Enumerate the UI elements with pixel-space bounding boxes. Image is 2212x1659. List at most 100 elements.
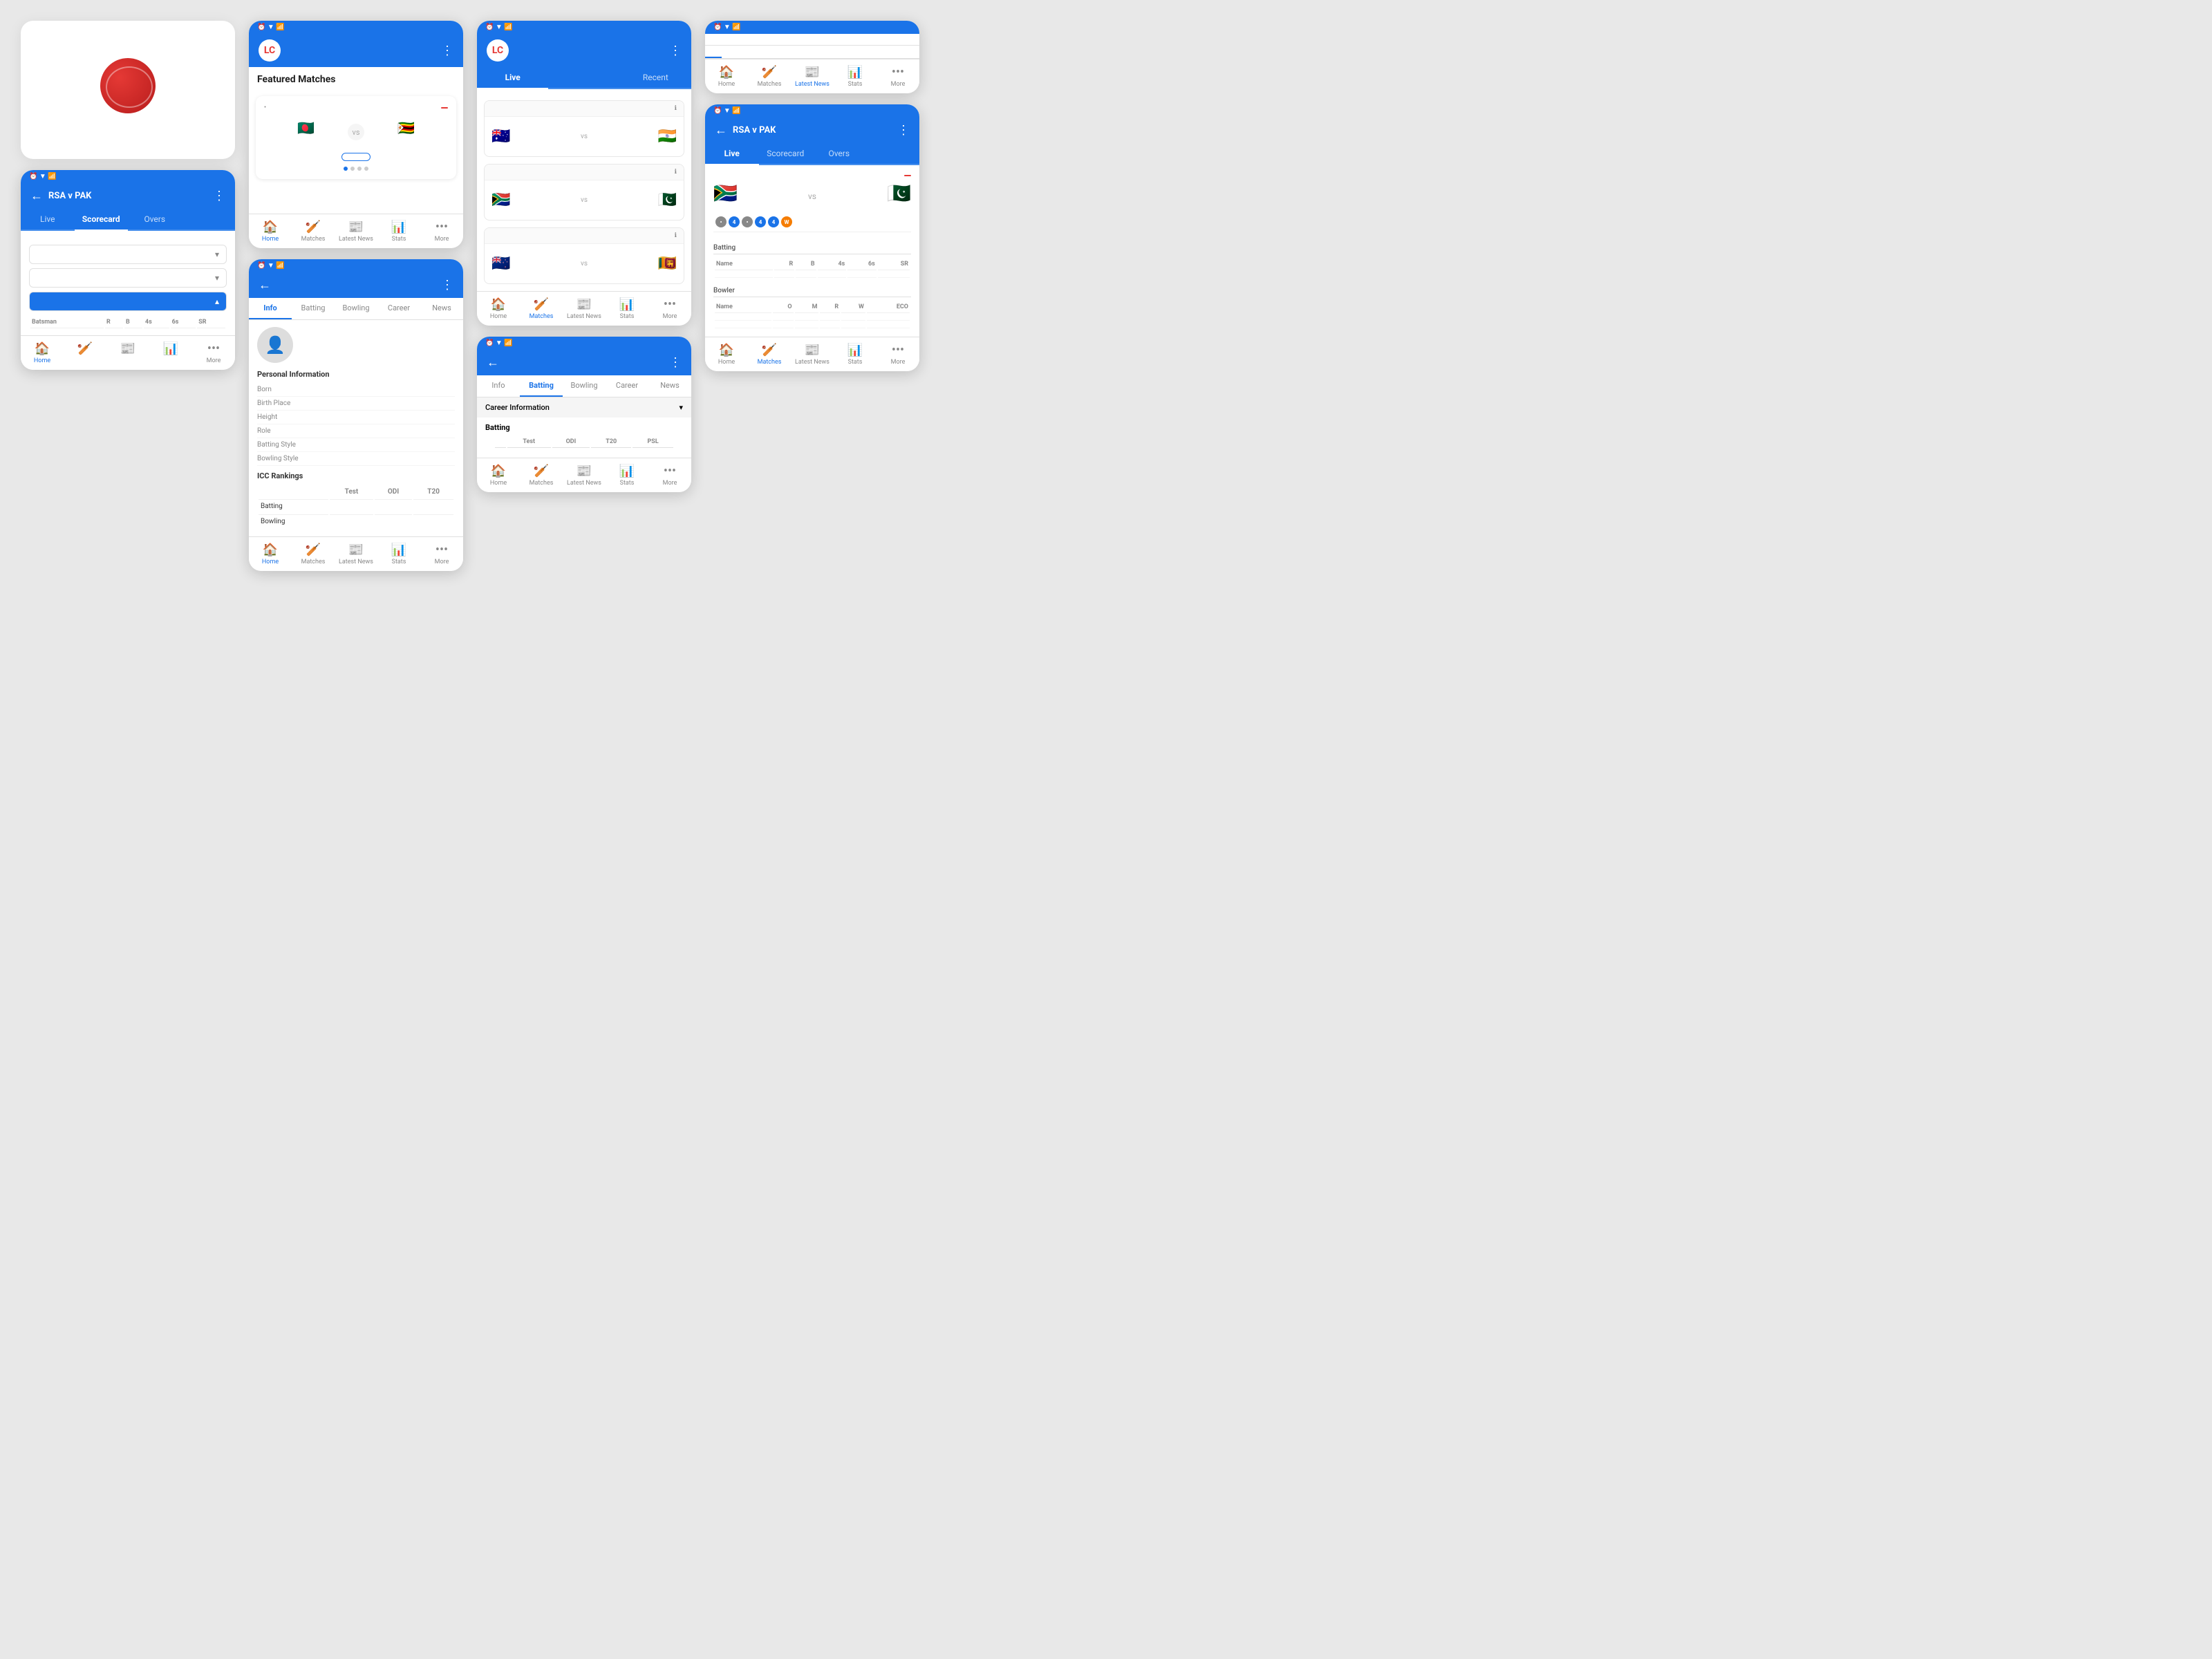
nav-matches-2[interactable]: 🏏 Matches	[292, 218, 335, 244]
batting-back-arrow[interactable]: ←	[487, 355, 499, 370]
batting-stats-label: Batting	[485, 423, 683, 432]
innings-row-2[interactable]: ▾	[29, 268, 227, 288]
options-menu-2[interactable]: ⋮	[441, 44, 453, 58]
live-options[interactable]: ⋮	[897, 123, 910, 138]
tab-news-2[interactable]: News	[648, 375, 691, 397]
tab-scorecard[interactable]: Scorecard	[75, 209, 129, 231]
bottom-nav-7: 🏠 Home 🏏 Matches 📰 Latest News 📊 Stats •…	[705, 337, 919, 371]
expand-icon-1[interactable]: ▾	[215, 250, 219, 259]
nav-more-7[interactable]: ••• More	[877, 341, 919, 367]
tab-batting[interactable]: Batting	[292, 298, 335, 319]
nav-home-7[interactable]: 🏠 Home	[705, 341, 748, 367]
tab-scorecard-detail[interactable]: Scorecard	[759, 143, 813, 165]
news-tab-latest[interactable]	[722, 46, 738, 58]
player-batting-header: ← ⋮	[477, 350, 691, 375]
career-header[interactable]: Career Information ▾	[477, 397, 691, 418]
dot-4[interactable]	[364, 167, 368, 171]
tab-news[interactable]: News	[420, 298, 463, 319]
intl-match-1[interactable]: ℹ 🇦🇺 vs 🇮🇳	[484, 100, 684, 157]
app-logo: LC	[259, 39, 285, 62]
tab-upcoming[interactable]	[548, 67, 619, 89]
nav-matches-3[interactable]: 🏏 Matches	[292, 541, 335, 567]
tab-highlights[interactable]	[182, 209, 236, 231]
live-statistic-btn[interactable]	[341, 153, 371, 161]
innings-row-1[interactable]: ▾	[29, 245, 227, 264]
nav-matches-5[interactable]: 🏏 Matches	[520, 462, 563, 488]
nav-home-2[interactable]: 🏠 Home	[249, 218, 292, 244]
batting-section: Batting NameRB4s6sSR	[713, 242, 911, 279]
nav-news[interactable]: 📰	[106, 340, 149, 366]
nav-stats-4[interactable]: 📊 Stats	[606, 296, 648, 321]
nav-more-4[interactable]: ••• More	[648, 296, 691, 321]
nav-more-6[interactable]: ••• More	[877, 64, 919, 89]
dot-2[interactable]	[350, 167, 355, 171]
nav-matches[interactable]: 🏏	[64, 340, 106, 366]
tab-bowling-2[interactable]: Bowling	[563, 375, 606, 397]
tab-highlights-detail[interactable]	[866, 143, 920, 165]
nav-news-2[interactable]: 📰 Latest News	[335, 218, 377, 244]
flag-zimbabwe: 🇿🇼	[395, 117, 418, 139]
intl-match-3[interactable]: ℹ 🇳🇿 vs	[484, 227, 684, 284]
batting-options[interactable]: ⋮	[669, 355, 682, 370]
tab-live-detail[interactable]: Live	[705, 143, 759, 165]
tab-overs-detail[interactable]: Overs	[812, 143, 866, 165]
nav-stats-5[interactable]: 📊 Stats	[606, 462, 648, 488]
team-bangladesh: 🇧🇩	[264, 117, 348, 147]
live-badge	[441, 107, 448, 109]
nav-home-3[interactable]: 🏠 Home	[249, 541, 292, 567]
status-bar-7: ⏰ ▼ 📶	[705, 104, 919, 118]
nav-stats-7[interactable]: 📊 Stats	[834, 341, 877, 367]
ball-1: •	[715, 216, 727, 227]
expand-icon-2[interactable]: ▾	[215, 273, 219, 283]
nav-matches-4[interactable]: 🏏 Matches	[520, 296, 563, 321]
nav-home-5[interactable]: 🏠 Home	[477, 462, 520, 488]
ball-2: 4	[729, 216, 740, 227]
nav-news-6[interactable]: 📰 Latest News	[791, 64, 834, 89]
tab-bowling[interactable]: Bowling	[335, 298, 377, 319]
intl-match-2[interactable]: ℹ 🇿🇦 vs	[484, 164, 684, 221]
news-tab-highlights[interactable]	[738, 46, 755, 58]
expand-icon-3[interactable]: ▴	[215, 297, 219, 306]
nav-home-4[interactable]: 🏠 Home	[477, 296, 520, 321]
options-menu[interactable]: ⋮	[213, 189, 225, 203]
videos-header	[249, 194, 463, 203]
status-bar-6: ⏰ ▼ 📶	[705, 21, 919, 34]
nav-home-6[interactable]: 🏠 Home	[705, 64, 748, 89]
player-back-arrow[interactable]: ←	[259, 278, 271, 292]
score-pak: 🇵🇰	[887, 182, 911, 211]
nav-more[interactable]: ••• More	[192, 340, 235, 366]
nav-news-5[interactable]: 📰 Latest News	[563, 462, 606, 488]
nav-more-2[interactable]: ••• More	[420, 218, 463, 244]
ball-5: 4	[768, 216, 779, 227]
nav-news-7[interactable]: 📰 Latest News	[791, 341, 834, 367]
tab-info[interactable]: Info	[249, 298, 292, 319]
tab-career[interactable]: Career	[377, 298, 420, 319]
innings-row-3[interactable]: ▴	[29, 292, 227, 311]
nav-matches-6[interactable]: 🏏 Matches	[748, 64, 791, 89]
tab-recent[interactable]: Recent	[620, 67, 691, 89]
nav-news-3[interactable]: 📰 Latest News	[335, 541, 377, 567]
nav-home[interactable]: 🏠 Home	[21, 340, 64, 366]
match-result	[29, 236, 227, 245]
player-options[interactable]: ⋮	[441, 278, 453, 292]
nav-more-3[interactable]: ••• More	[420, 541, 463, 567]
dot-1[interactable]	[344, 167, 348, 171]
nav-more-5[interactable]: ••• More	[648, 462, 691, 488]
dot-3[interactable]	[357, 167, 362, 171]
nav-matches-7[interactable]: 🏏 Matches	[748, 341, 791, 367]
tab-career-2[interactable]: Career	[606, 375, 648, 397]
nav-stats-3[interactable]: 📊 Stats	[377, 541, 420, 567]
tab-overs[interactable]: Overs	[128, 209, 182, 231]
nav-stats-2[interactable]: 📊 Stats	[377, 218, 420, 244]
tab-live[interactable]: Live	[21, 209, 75, 231]
news-tab-matches[interactable]	[705, 46, 722, 58]
tab-batting-2[interactable]: Batting	[520, 375, 563, 397]
nav-stats[interactable]: 📊	[149, 340, 192, 366]
tab-info-2[interactable]: Info	[477, 375, 520, 397]
tab-live-main[interactable]: Live	[477, 67, 548, 89]
nav-news-4[interactable]: 📰 Latest News	[563, 296, 606, 321]
nav-stats-6[interactable]: 📊 Stats	[834, 64, 877, 89]
team-sa: 🇿🇦	[491, 191, 514, 209]
live-back-arrow[interactable]: ←	[715, 123, 727, 138]
back-arrow[interactable]: ←	[30, 189, 43, 203]
